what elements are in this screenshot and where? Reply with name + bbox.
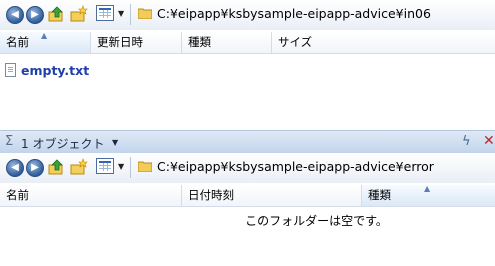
new-folder-icon[interactable] <box>70 5 88 23</box>
views-dropdown-icon[interactable]: ▼ <box>118 9 124 18</box>
column-name[interactable]: ▲ 名前 <box>0 31 91 53</box>
lightning-icon[interactable]: ϟ <box>462 134 471 149</box>
forward-arrow-icon[interactable]: ▶ <box>26 159 44 177</box>
folder-icon <box>138 161 152 172</box>
forward-arrow-icon[interactable]: ▶ <box>26 6 44 24</box>
sort-ascending-icon: ▲ <box>424 184 431 193</box>
views-icon[interactable] <box>96 158 114 174</box>
views-dropdown-icon[interactable]: ▼ <box>118 162 124 171</box>
column-header: 名前 日付時刻 ▲ 種類 <box>0 184 495 207</box>
column-name[interactable]: 名前 <box>0 185 182 206</box>
column-label: 更新日時 <box>97 35 143 49</box>
column-label: サイズ <box>278 35 313 49</box>
address-path[interactable]: C:¥eipapp¥ksbysample-eipapp-advice¥in06 <box>157 6 431 21</box>
column-label: 名前 <box>6 188 29 202</box>
file-name[interactable]: empty.txt <box>21 63 89 78</box>
column-size[interactable]: サイズ <box>272 32 495 53</box>
sort-ascending-icon: ▲ <box>41 31 48 40</box>
column-type[interactable]: ▲ 種類 <box>362 184 495 206</box>
new-folder-icon[interactable] <box>70 158 88 176</box>
top-explorer-pane: ◀ ▶ ▼ C:¥eipapp¥ksbysample-eipapp-advice… <box>0 0 495 130</box>
top-toolbar: ◀ ▶ ▼ C:¥eipapp¥ksbysample-eipapp-advice… <box>0 0 495 30</box>
column-label: 種類 <box>188 35 211 49</box>
up-folder-icon[interactable] <box>48 5 66 23</box>
list-item[interactable]: empty.txt <box>5 61 89 79</box>
address-path[interactable]: C:¥eipapp¥ksbysample-eipapp-advice¥error <box>157 159 434 174</box>
folder-icon <box>138 8 152 19</box>
column-modified[interactable]: 更新日時 <box>91 32 182 53</box>
sigma-icon: Σ <box>5 134 14 149</box>
column-label: 種類 <box>368 188 391 202</box>
status-text: 1 オブジェクト <box>21 137 105 151</box>
back-arrow-icon[interactable]: ◀ <box>6 159 24 177</box>
column-type[interactable]: 種類 <box>182 32 272 53</box>
bottom-toolbar: ◀ ▶ ▼ C:¥eipapp¥ksbysample-eipapp-advice… <box>0 153 495 183</box>
column-label: 日付時刻 <box>188 188 234 202</box>
status-dropdown-icon[interactable]: ▼ <box>112 138 118 147</box>
up-folder-icon[interactable] <box>48 158 66 176</box>
back-arrow-icon[interactable]: ◀ <box>6 6 24 24</box>
empty-folder-message-row: このフォルダーは空です。 <box>0 212 495 229</box>
toolbar-divider <box>130 4 131 25</box>
column-label: 名前 <box>6 35 29 49</box>
bottom-explorer-pane: ◀ ▶ ▼ C:¥eipapp¥ksbysample-eipapp-advice… <box>0 153 495 266</box>
column-date[interactable]: 日付時刻 <box>182 185 362 206</box>
views-icon[interactable] <box>96 5 114 21</box>
empty-folder-message: このフォルダーは空です。 <box>245 214 388 228</box>
text-file-icon <box>5 63 16 77</box>
toolbar-divider <box>130 157 131 178</box>
close-icon[interactable]: ✕ <box>483 133 495 149</box>
column-header: ▲ 名前 更新日時 種類 サイズ <box>0 31 495 54</box>
status-bar: Σ 1 オブジェクト ▼ ϟ ✕ <box>0 130 495 153</box>
